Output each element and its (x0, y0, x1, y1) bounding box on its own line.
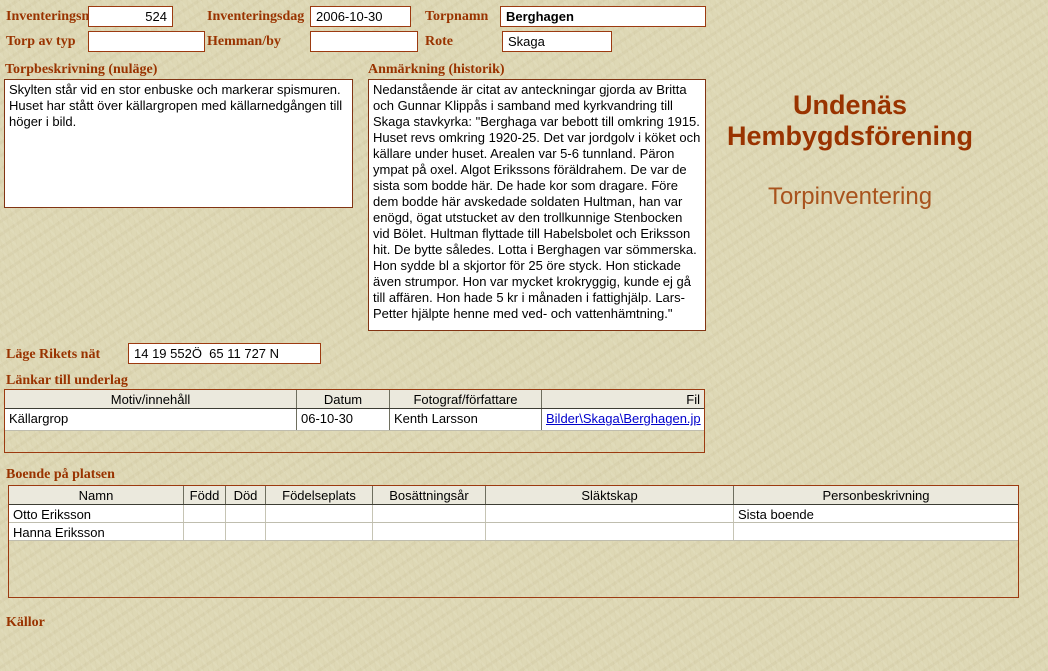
boende-heading: Boende på platsen (6, 467, 115, 483)
boende-cell-bosattningsar (373, 523, 486, 540)
torpbeskrivning-label: Torpbeskrivning (nuläge) (5, 62, 157, 78)
org-title-line2: Hembygdsförening (700, 121, 1000, 152)
rote-label: Rote (425, 34, 453, 50)
file-link[interactable]: Bilder\Skaga\Berghagen.jp (546, 411, 701, 426)
lage-rikets-nat-label: Läge Rikets nät (6, 347, 100, 363)
inventeringsnr-label: Inventeringsnr (6, 9, 95, 25)
lankar-cell-fil: Bilder\Skaga\Berghagen.jp (542, 409, 704, 430)
inventeringsdag-label: Inventeringsdag (207, 9, 304, 25)
boende-header-fodelseplats: Födelseplats (266, 486, 373, 504)
boende-header-personbeskrivning: Personbeskrivning (734, 486, 1018, 504)
boende-row: Hanna Eriksson (9, 523, 1018, 541)
page-subtitle: Torpinventering (700, 183, 1000, 211)
boende-cell-fodelseplats (266, 523, 373, 540)
boende-header-row: Namn Född Död Födelseplats Bosättningsår… (9, 486, 1018, 505)
boende-header-slaktskap: Släktskap (486, 486, 734, 504)
lankar-table-empty-area (5, 431, 704, 452)
boende-cell-personbeskrivning (734, 523, 1018, 540)
boende-cell-dod (226, 523, 266, 540)
lankar-table: Motiv/innehåll Datum Fotograf/författare… (4, 389, 705, 453)
lankar-header-fotograf: Fotograf/författare (390, 390, 542, 408)
torpnamn-label: Torpnamn (425, 9, 488, 25)
hemman-by-label: Hemman/by (207, 34, 281, 50)
torp-av-typ-label: Torp av typ (6, 34, 76, 50)
kallor-heading: Källor (6, 615, 45, 631)
boende-cell-bosattningsar (373, 505, 486, 522)
boende-table-empty-area (9, 541, 1018, 597)
boende-header-namn: Namn (9, 486, 184, 504)
lankar-header-motiv: Motiv/innehåll (5, 390, 297, 408)
boende-cell-namn: Hanna Eriksson (9, 523, 184, 540)
torpbeskrivning-textarea[interactable]: Skylten står vid en stor enbuske och mar… (4, 79, 353, 208)
hemman-by-input[interactable] (310, 31, 418, 52)
boende-cell-slaktskap (486, 523, 734, 540)
anmarkning-textarea[interactable]: Nedanstående är citat av anteckningar gj… (368, 79, 706, 331)
lankar-heading: Länkar till underlag (6, 373, 128, 389)
lankar-header-row: Motiv/innehåll Datum Fotograf/författare… (5, 390, 704, 409)
boende-cell-fodd (184, 505, 226, 522)
org-title-line1: Undenäs (700, 90, 1000, 121)
inventeringsdag-input[interactable] (310, 6, 411, 27)
boende-cell-slaktskap (486, 505, 734, 522)
boende-cell-dod (226, 505, 266, 522)
boende-cell-personbeskrivning: Sista boende (734, 505, 1018, 522)
torp-av-typ-input[interactable] (88, 31, 205, 52)
boende-header-fodd: Född (184, 486, 226, 504)
boende-cell-fodelseplats (266, 505, 373, 522)
lankar-header-datum: Datum (297, 390, 390, 408)
lankar-cell-datum: 06-10-30 (297, 409, 390, 430)
inventeringsnr-input[interactable] (88, 6, 173, 27)
lankar-cell-fotograf: Kenth Larsson (390, 409, 542, 430)
org-title: Undenäs Hembygdsförening (700, 90, 1000, 152)
boende-cell-fodd (184, 523, 226, 540)
lankar-row: Källargrop 06-10-30 Kenth Larsson Bilder… (5, 409, 704, 431)
boende-table: Namn Född Död Födelseplats Bosättningsår… (8, 485, 1019, 598)
rote-input[interactable] (502, 31, 612, 52)
boende-header-bosattningsar: Bosättningsår (373, 486, 486, 504)
torpnamn-input[interactable] (500, 6, 706, 27)
lankar-cell-motiv: Källargrop (5, 409, 297, 430)
boende-header-dod: Död (226, 486, 266, 504)
anmarkning-label: Anmärkning (historik) (368, 62, 505, 78)
boende-cell-namn: Otto Eriksson (9, 505, 184, 522)
lage-rikets-nat-input[interactable] (128, 343, 321, 364)
boende-row: Otto Eriksson Sista boende (9, 505, 1018, 523)
lankar-header-fil: Fil (542, 390, 704, 408)
